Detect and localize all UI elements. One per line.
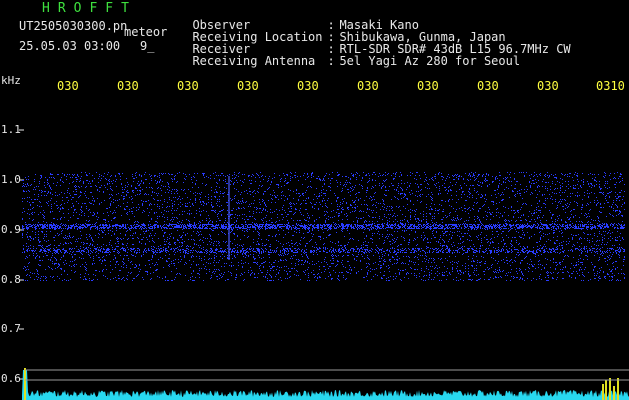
amplitude-trace xyxy=(22,368,629,400)
spectrogram-plot xyxy=(19,129,629,400)
noise-band xyxy=(22,172,625,281)
amplitude-peak xyxy=(602,384,604,400)
amplitude-peak xyxy=(609,378,611,400)
vertical-streak xyxy=(228,176,230,260)
amplitude-peak xyxy=(605,380,607,400)
amplitude-peak xyxy=(613,386,615,400)
amplitude-peak xyxy=(24,368,26,400)
amplitude-area xyxy=(22,370,629,400)
noise-speckle xyxy=(22,172,625,281)
amplitude-peak xyxy=(617,378,619,400)
tick-marks xyxy=(19,129,24,380)
